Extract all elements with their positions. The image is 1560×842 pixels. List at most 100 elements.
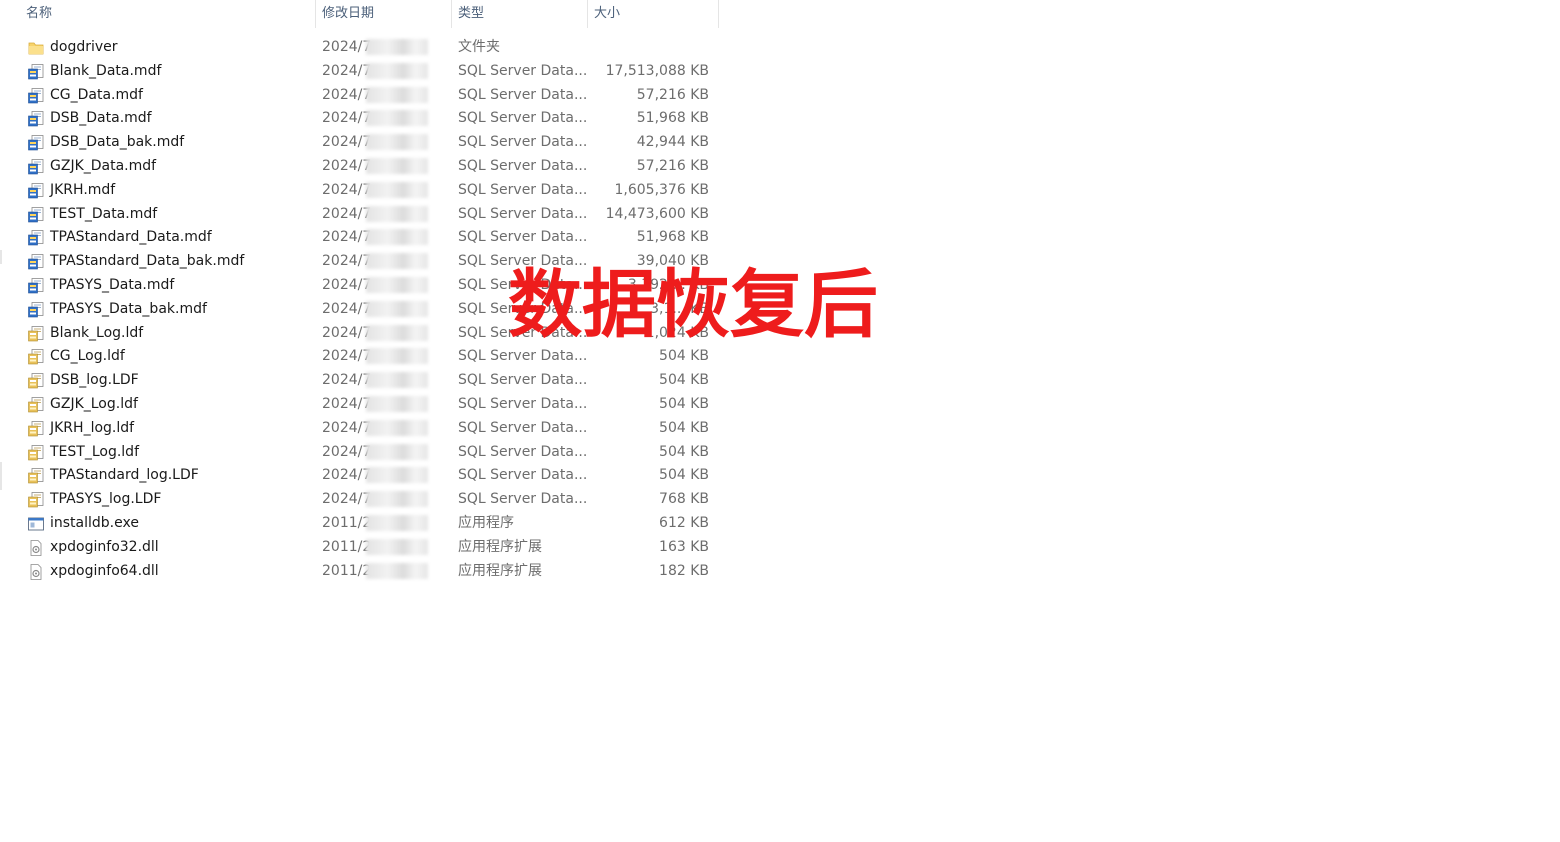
file-size: 42,944 KB <box>636 134 709 151</box>
sort-caret-icon: ^ <box>514 0 522 7</box>
file-date: 2024/7 <box>322 348 372 365</box>
file-name: TPAStandard_Data_bak.mdf <box>50 253 245 270</box>
file-explorer: 名称 修改日期 类型 ^ 大小 dogdriver 2024/7 文件夹 Blank_… <box>0 0 1560 842</box>
file-name: installdb.exe <box>50 514 139 531</box>
file-row[interactable]: DSB_Data.mdf 2024/7 SQL Server Data... 51,9… <box>0 107 720 131</box>
overlay-caption: 数据恢复后 <box>508 262 878 348</box>
file-type: SQL Server Data... <box>458 372 588 389</box>
file-row[interactable]: JKRH_log.ldf 2024/7 SQL Server Data... 504 … <box>0 417 720 441</box>
sql-data-file-icon <box>27 206 45 224</box>
file-type: 文件夹 <box>458 39 500 55</box>
file-size: 504 KB <box>659 419 709 436</box>
file-date: 2024/7 <box>322 134 372 151</box>
file-date: 2024/7 <box>322 372 372 389</box>
file-date: 2024/7 <box>322 205 372 222</box>
file-name: CG_Log.ldf <box>50 348 125 365</box>
column-divider[interactable] <box>718 0 719 28</box>
sql-data-file-icon <box>27 301 45 319</box>
file-row[interactable]: TEST_Log.ldf 2024/7 SQL Server Data... 504 … <box>0 441 720 465</box>
file-type: SQL Server Data... <box>458 157 588 174</box>
file-row[interactable]: GZJK_Data.mdf 2024/7 SQL Server Data... 57,… <box>0 155 720 179</box>
file-type: 应用程序 <box>458 514 514 531</box>
file-row[interactable]: TPAStandard_log.LDF 2024/7 SQL Server Data… <box>0 464 720 488</box>
file-name: GZJK_Log.ldf <box>50 395 138 412</box>
file-type: 应用程序扩展 <box>458 538 542 555</box>
file-row[interactable]: TPASYS_log.LDF 2024/7 SQL Server Data... 76… <box>0 488 720 512</box>
file-size: 768 KB <box>659 491 709 508</box>
redacted-date-area <box>366 443 428 460</box>
sql-log-file-icon <box>27 467 45 485</box>
sql-log-file-icon <box>27 420 45 438</box>
file-type: SQL Server Data... <box>458 62 588 79</box>
file-name: CG_Data.mdf <box>50 86 143 103</box>
file-row[interactable]: CG_Log.ldf 2024/7 SQL Server Data... 504 KB <box>0 345 720 369</box>
file-type: SQL Server Data... <box>458 443 588 460</box>
file-size: 504 KB <box>659 467 709 484</box>
file-date: 2024/7 <box>322 86 372 103</box>
file-date: 2024/7 <box>322 324 372 341</box>
file-name: JKRH_log.ldf <box>50 419 135 436</box>
sql-data-file-icon <box>27 229 45 247</box>
file-date: 2024/7 <box>322 491 372 508</box>
column-header-size[interactable]: 大小 <box>588 0 718 28</box>
file-row[interactable]: DSB_Data_bak.mdf 2024/7 SQL Server Data...… <box>0 131 720 155</box>
file-size: 504 KB <box>659 372 709 389</box>
file-size: 57,216 KB <box>636 86 709 103</box>
file-row[interactable]: GZJK_Log.ldf 2024/7 SQL Server Data... 504 … <box>0 393 720 417</box>
file-size: 51,968 KB <box>636 110 709 127</box>
redacted-date-area <box>366 39 428 55</box>
redacted-date-area <box>366 229 428 246</box>
redacted-date-area <box>366 467 428 484</box>
file-type: SQL Server Data... <box>458 491 588 508</box>
file-row[interactable]: installdb.exe 2011/2 应用程序 612 KB <box>0 512 720 536</box>
file-date: 2024/7 <box>322 157 372 174</box>
file-name: xpdoginfo64.dll <box>50 562 159 579</box>
file-name: TPASYS_Data_bak.mdf <box>50 300 207 317</box>
file-row[interactable]: JKRH.mdf 2024/7 SQL Server Data... 1,605,37… <box>0 179 720 203</box>
file-row[interactable]: xpdoginfo64.dll 2011/2 应用程序扩展 182 KB <box>0 560 720 584</box>
file-name: JKRH.mdf <box>50 181 116 198</box>
file-name: dogdriver <box>50 39 118 55</box>
file-name: DSB_log.LDF <box>50 372 139 389</box>
sql-log-file-icon <box>27 325 45 343</box>
file-size: 14,473,600 KB <box>605 205 709 222</box>
file-date: 2024/7 <box>322 419 372 436</box>
file-date: 2024/7 <box>322 62 372 79</box>
file-date: 2024/7 <box>322 229 372 246</box>
file-type: SQL Server Data... <box>458 86 588 103</box>
file-date: 2024/7 <box>322 300 372 317</box>
file-type: SQL Server Data... <box>458 419 588 436</box>
file-row[interactable]: TPAStandard_Data.mdf 2024/7 SQL Server Dat… <box>0 226 720 250</box>
file-row[interactable]: TEST_Data.mdf 2024/7 SQL Server Data... 14,… <box>0 203 720 227</box>
sql-log-file-icon <box>27 444 45 462</box>
redacted-date-area <box>366 181 428 198</box>
redacted-date-area <box>366 514 428 531</box>
redacted-date-area <box>366 348 428 365</box>
redacted-date-area <box>366 110 428 127</box>
file-date: 2011/2 <box>322 538 372 555</box>
file-size: 57,216 KB <box>636 157 709 174</box>
column-header-date[interactable]: 修改日期 <box>316 0 451 28</box>
file-size: 182 KB <box>659 562 709 579</box>
file-name: TPAStandard_log.LDF <box>50 467 199 484</box>
redacted-date-area <box>366 253 428 270</box>
file-type: SQL Server Data... <box>458 110 588 127</box>
dll-icon <box>27 563 45 581</box>
redacted-date-area <box>366 205 428 222</box>
file-name: GZJK_Data.mdf <box>50 157 157 174</box>
redacted-date-area <box>366 62 428 79</box>
redacted-date-area <box>366 372 428 389</box>
file-size: 504 KB <box>659 443 709 460</box>
column-header: 名称 修改日期 类型 ^ 大小 <box>0 0 720 28</box>
file-size: 504 KB <box>659 395 709 412</box>
file-row[interactable]: dogdriver 2024/7 文件夹 <box>0 36 720 60</box>
file-row[interactable]: xpdoginfo32.dll 2011/2 应用程序扩展 163 KB <box>0 536 720 560</box>
file-type: SQL Server Data... <box>458 205 588 222</box>
file-row[interactable]: DSB_log.LDF 2024/7 SQL Server Data... 504 K… <box>0 369 720 393</box>
redacted-date-area <box>366 324 428 341</box>
file-row[interactable]: Blank_Data.mdf 2024/7 SQL Server Data... 17… <box>0 60 720 84</box>
application-icon <box>27 515 45 533</box>
file-row[interactable]: CG_Data.mdf 2024/7 SQL Server Data... 57,21… <box>0 84 720 108</box>
file-name: TEST_Data.mdf <box>50 205 158 222</box>
column-header-name[interactable]: 名称 <box>20 0 315 28</box>
